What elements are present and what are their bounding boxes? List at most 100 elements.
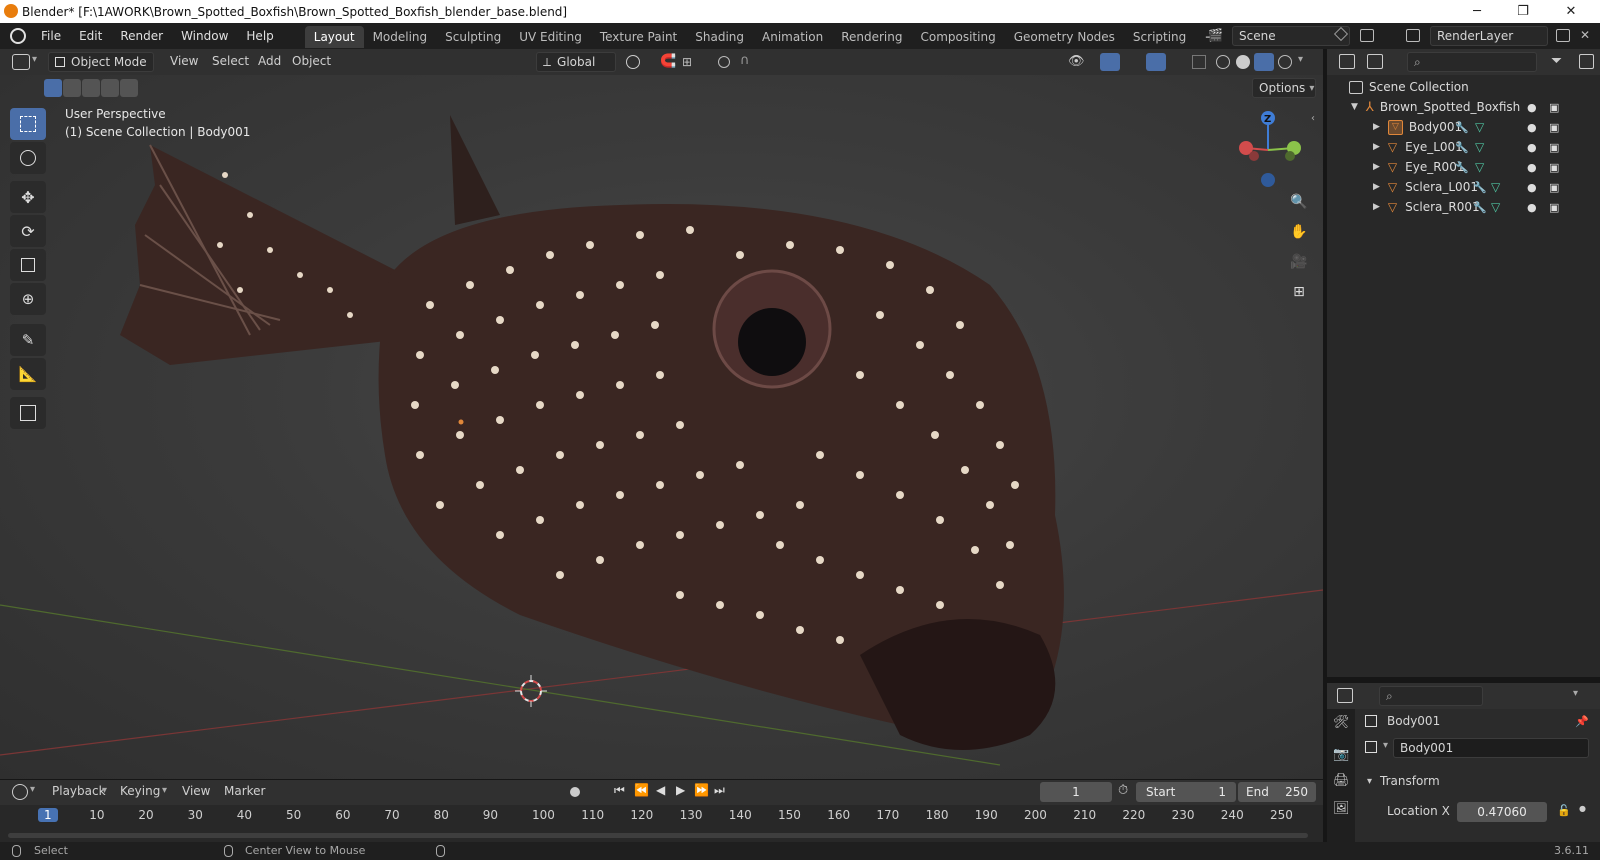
timeline-editor-icon[interactable] bbox=[12, 784, 28, 800]
lock-icon[interactable]: 🔓 bbox=[1557, 804, 1571, 817]
remove-view-layer-icon[interactable]: ✕ bbox=[1580, 28, 1590, 42]
outliner-object-row[interactable]: ▶ ▽ Eye_L001 🔧 ▽ ● ▣ bbox=[1327, 137, 1600, 157]
select-intersect-icon[interactable] bbox=[120, 79, 138, 97]
minimize-button[interactable]: ─ bbox=[1454, 0, 1500, 23]
select-box-tool[interactable] bbox=[10, 108, 46, 140]
tab-compositing[interactable]: Compositing bbox=[911, 26, 1004, 48]
wireframe-shading-icon[interactable] bbox=[1216, 55, 1230, 69]
outliner-object-row[interactable]: ▶ ▽ Body001 🔧 ▽ ● ▣ bbox=[1327, 117, 1600, 137]
editor-type-icon[interactable] bbox=[12, 54, 30, 70]
ortho-toggle-button[interactable]: ⊞ bbox=[1285, 278, 1313, 306]
mode-selector[interactable]: Object Mode bbox=[48, 52, 154, 72]
vertical-splitter[interactable] bbox=[1323, 49, 1327, 842]
shading-options-icon[interactable]: ▾ bbox=[1298, 54, 1303, 65]
viewport-timeline-splitter[interactable] bbox=[0, 779, 1323, 780]
properties-search-input[interactable]: ⌕ bbox=[1379, 686, 1483, 706]
transform-panel-header[interactable]: ▾ Transform bbox=[1363, 771, 1593, 791]
menu-help[interactable]: Help bbox=[237, 23, 282, 49]
falloff-icon[interactable]: ∩ bbox=[740, 53, 750, 68]
add-cube-tool[interactable] bbox=[10, 397, 46, 429]
eye-icon[interactable]: ● bbox=[1527, 201, 1537, 214]
select-new-icon[interactable] bbox=[44, 79, 62, 97]
display-mode-icon[interactable] bbox=[1367, 54, 1383, 69]
expand-right-icon[interactable]: ▶ bbox=[1373, 122, 1380, 132]
keyframe-dot-icon[interactable]: ● bbox=[1579, 804, 1586, 813]
view-layer-tab-icon[interactable]: 🖼 bbox=[1333, 801, 1350, 816]
camera-render-icon[interactable]: ▣ bbox=[1549, 201, 1559, 214]
mesh-data-icon[interactable]: ▽ bbox=[1475, 120, 1484, 134]
move-tool[interactable]: ✥ bbox=[10, 181, 46, 213]
overlay-toggle-icon[interactable] bbox=[1146, 53, 1166, 71]
tab-rendering[interactable]: Rendering bbox=[832, 26, 911, 48]
play-reverse-icon[interactable]: ◀ bbox=[656, 783, 665, 797]
tab-uv-editing[interactable]: UV Editing bbox=[510, 26, 591, 48]
menu-file[interactable]: File bbox=[32, 23, 70, 49]
camera-render-icon[interactable]: ▣ bbox=[1549, 181, 1559, 194]
expand-right-icon[interactable]: ▶ bbox=[1373, 202, 1380, 212]
measure-tool[interactable]: 📐 bbox=[10, 358, 46, 390]
rendered-shading-icon[interactable] bbox=[1278, 55, 1292, 69]
current-frame-field[interactable]: 1 bbox=[1040, 782, 1112, 802]
modifier-wrench-icon[interactable]: 🔧 bbox=[1473, 201, 1487, 214]
output-tab-icon[interactable]: 🖨 bbox=[1333, 773, 1350, 788]
view-layer-icon[interactable] bbox=[1406, 29, 1420, 42]
camera-render-icon[interactable]: ▣ bbox=[1549, 101, 1559, 114]
modifier-wrench-icon[interactable]: 🔧 bbox=[1455, 141, 1469, 154]
transform-tool[interactable]: ⊕ bbox=[10, 283, 46, 315]
tab-layout[interactable]: Layout bbox=[304, 26, 364, 48]
pin-icon[interactable]: 📌 bbox=[1575, 715, 1589, 728]
outliner-search-input[interactable]: ⌕ bbox=[1407, 52, 1537, 72]
menu-edit[interactable]: Edit bbox=[70, 23, 111, 49]
expand-right-icon[interactable]: ▶ bbox=[1373, 182, 1380, 192]
blender-menu-icon[interactable] bbox=[10, 28, 26, 44]
material-shading-icon[interactable] bbox=[1254, 53, 1274, 71]
pivot-point-icon[interactable] bbox=[626, 55, 640, 69]
menu-marker[interactable]: Marker bbox=[216, 784, 273, 798]
outliner-scene-collection[interactable]: Scene Collection bbox=[1327, 77, 1600, 97]
modifier-wrench-icon[interactable]: 🔧 bbox=[1473, 181, 1487, 194]
start-frame-field[interactable]: Start 1 bbox=[1136, 782, 1236, 802]
stopwatch-icon[interactable]: ⏱ bbox=[1118, 783, 1128, 798]
scene-name-field[interactable]: Scene bbox=[1232, 26, 1350, 46]
filter-icon[interactable]: ⏷ bbox=[1551, 53, 1562, 69]
menu-keying[interactable]: Keying bbox=[112, 784, 168, 798]
new-view-layer-icon[interactable] bbox=[1556, 29, 1570, 42]
datablock-name-field[interactable]: Body001 bbox=[1393, 738, 1589, 758]
tab-modeling[interactable]: Modeling bbox=[364, 26, 437, 48]
chevron-down-icon[interactable]: ▾ bbox=[1573, 688, 1578, 699]
mesh-data-icon[interactable]: ▽ bbox=[1491, 200, 1500, 214]
frame-ruler[interactable]: 1 10 20 30 40 50 60 70 80 90 100 110 120 130 140 150 160… bbox=[0, 805, 1323, 827]
camera-render-icon[interactable]: ▣ bbox=[1549, 161, 1559, 174]
mesh-data-icon[interactable]: ▽ bbox=[1475, 160, 1484, 174]
mesh-data-icon[interactable]: ▽ bbox=[1491, 180, 1500, 194]
menu-object[interactable]: Object bbox=[284, 54, 339, 68]
tab-texture-paint[interactable]: Texture Paint bbox=[591, 26, 686, 48]
select-difference-icon[interactable] bbox=[101, 79, 119, 97]
scale-tool[interactable] bbox=[10, 249, 46, 281]
sidebar-toggle-icon[interactable]: ‹ bbox=[1311, 113, 1315, 124]
menu-view[interactable]: View bbox=[162, 54, 206, 68]
tool-tab-icon[interactable]: 🛠 bbox=[1333, 715, 1350, 730]
tab-sculpting[interactable]: Sculpting bbox=[436, 26, 510, 48]
tab-animation[interactable]: Animation bbox=[753, 26, 832, 48]
new-scene-icon[interactable] bbox=[1360, 29, 1374, 42]
prev-keyframe-icon[interactable]: ⏪ bbox=[634, 783, 649, 797]
pan-view-button[interactable]: ✋ bbox=[1285, 218, 1313, 246]
render-tab-icon[interactable]: 📷 bbox=[1333, 747, 1349, 762]
view-layer-field[interactable]: RenderLayer bbox=[1430, 26, 1548, 46]
restore-button[interactable]: ❐ bbox=[1500, 0, 1546, 23]
annotate-tool[interactable]: ✎ bbox=[10, 324, 46, 356]
options-dropdown[interactable]: Options ▾ bbox=[1252, 78, 1316, 98]
outliner-editor-icon[interactable] bbox=[1339, 54, 1355, 69]
outliner-collection-row[interactable]: ▼ ⅄ Brown_Spotted_Boxfish ● ▣ bbox=[1327, 97, 1600, 117]
eye-icon[interactable]: ● bbox=[1527, 121, 1537, 134]
select-subtract-icon[interactable] bbox=[82, 79, 100, 97]
snap-target-icon[interactable]: ⊞ bbox=[682, 55, 692, 69]
new-collection-icon[interactable] bbox=[1579, 54, 1594, 69]
modifier-wrench-icon[interactable]: 🔧 bbox=[1455, 121, 1469, 134]
menu-timeline-view[interactable]: View bbox=[174, 784, 218, 798]
solid-shading-icon[interactable] bbox=[1236, 55, 1250, 69]
next-keyframe-icon[interactable]: ⏩ bbox=[694, 783, 709, 797]
zoom-view-button[interactable]: 🔍 bbox=[1285, 188, 1313, 216]
menu-window[interactable]: Window bbox=[172, 23, 237, 49]
